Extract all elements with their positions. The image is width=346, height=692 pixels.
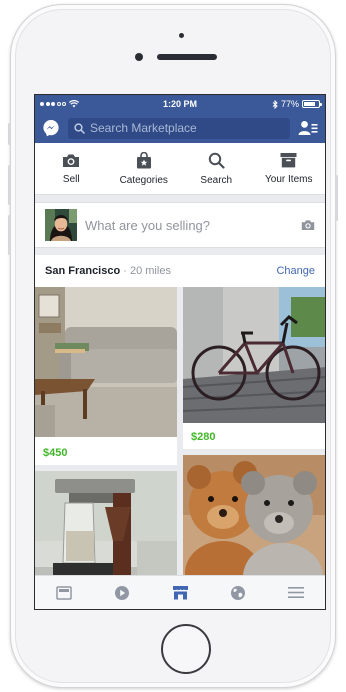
battery-percent: 77% — [280, 99, 299, 109]
home-button[interactable] — [161, 624, 211, 674]
bottom-tab-bar — [35, 575, 325, 609]
menu-icon — [288, 587, 304, 598]
listing-price: $450 — [43, 447, 68, 459]
tab-news-feed[interactable] — [52, 581, 76, 605]
messenger-icon[interactable] — [42, 119, 60, 137]
bluetooth-icon — [272, 99, 278, 109]
shopping-bag-icon — [136, 151, 151, 168]
listings-feed: San Francisco · 20 miles Change $450 $28… — [35, 255, 325, 609]
status-time: 1:20 PM — [162, 99, 198, 109]
listing-price: $280 — [191, 431, 216, 443]
sell-composer[interactable] — [35, 202, 325, 248]
categories-button[interactable]: Categories — [109, 151, 179, 186]
search-bar[interactable] — [68, 117, 290, 139]
top-nav-bar — [35, 113, 325, 143]
battery-icon — [302, 100, 322, 108]
location-city: San Francisco — [45, 265, 121, 277]
tab-notifications[interactable] — [226, 581, 250, 605]
categories-label: Categories — [119, 174, 168, 186]
wifi-icon — [69, 100, 79, 108]
tab-video[interactable] — [110, 581, 134, 605]
your-items-button[interactable]: Your Items — [254, 152, 324, 185]
camera-icon — [63, 154, 80, 167]
bicycle-photo — [183, 287, 325, 423]
sell-composer-input[interactable] — [85, 217, 293, 233]
app-screen: 1:20 PM 77% Search Marketplace Sell Cate… — [34, 94, 326, 610]
listing-card[interactable]: $450 — [35, 287, 177, 465]
volume-up-button — [8, 165, 11, 205]
volume-down-button — [8, 215, 11, 255]
mute-switch — [8, 123, 11, 145]
status-bar: 1:20 PM 77% — [35, 95, 325, 113]
news-feed-icon — [56, 585, 72, 600]
proximity-sensor — [179, 33, 184, 38]
power-button — [335, 175, 338, 221]
location-row: San Francisco · 20 miles Change — [35, 255, 325, 287]
friend-requests-icon[interactable] — [298, 120, 318, 136]
search-label: Search — [200, 174, 233, 186]
listings-grid: $450 $280 — [35, 287, 325, 609]
avatar — [45, 209, 77, 241]
tab-menu[interactable] — [284, 581, 308, 605]
marketplace-icon — [172, 586, 188, 600]
globe-icon — [231, 585, 245, 600]
listing-card[interactable]: $280 — [183, 287, 325, 449]
video-icon — [115, 585, 129, 600]
camera-icon[interactable] — [301, 219, 315, 231]
location-distance: · 20 miles — [120, 265, 171, 277]
your-items-label: Your Items — [265, 174, 313, 185]
search-icon — [208, 152, 225, 169]
change-location-link[interactable]: Change — [276, 265, 315, 277]
earpiece-speaker — [157, 54, 217, 60]
signal-strength-icon — [40, 102, 66, 106]
search-icon — [74, 122, 85, 134]
sofa-photo — [35, 287, 177, 437]
search-action-button[interactable]: Search — [181, 152, 251, 186]
tab-marketplace[interactable] — [168, 581, 192, 605]
location-filter: San Francisco · 20 miles — [45, 265, 171, 277]
search-input[interactable] — [90, 121, 284, 135]
front-camera — [135, 53, 143, 61]
marketplace-actions: Sell Categories Search Your Items — [35, 143, 325, 195]
box-icon — [280, 153, 297, 168]
profile-photo — [45, 209, 77, 241]
sell-button[interactable]: Sell — [36, 153, 106, 185]
sell-label: Sell — [62, 173, 80, 185]
signal-indicator — [40, 100, 79, 108]
